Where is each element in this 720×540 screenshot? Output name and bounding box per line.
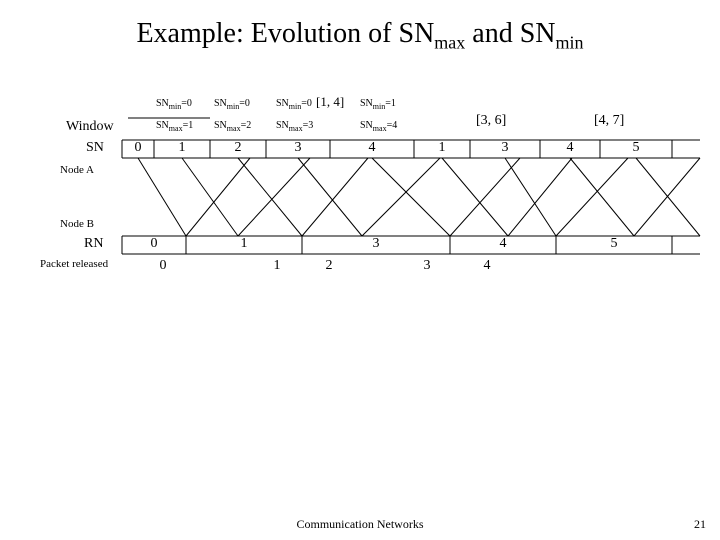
diagram-svg bbox=[0, 0, 720, 540]
sn-cell: 3 bbox=[470, 140, 540, 156]
pr-cell: 4 bbox=[472, 258, 502, 274]
footer-page-number: 21 bbox=[694, 517, 706, 532]
rn-cell: 4 bbox=[450, 236, 556, 252]
range-2: [4, 7] bbox=[594, 113, 624, 129]
sn-cell: 4 bbox=[540, 140, 600, 156]
snmin-3: SNmin=1 bbox=[360, 98, 396, 111]
sn-cell: 0 bbox=[122, 140, 154, 156]
sn-cell: 2 bbox=[210, 140, 266, 156]
pr-cell: 3 bbox=[412, 258, 442, 274]
snmin-2: SNmin=0 bbox=[276, 98, 312, 111]
rn-cell: 1 bbox=[186, 236, 302, 252]
node-b-label: Node B bbox=[60, 218, 94, 230]
snmax-3: SNmax=4 bbox=[360, 120, 397, 133]
range-1: [3, 6] bbox=[476, 113, 506, 129]
packet-released-label: Packet released bbox=[40, 258, 108, 270]
snmax-1: SNmax=2 bbox=[214, 120, 251, 133]
rn-label: RN bbox=[84, 236, 103, 252]
pr-cell: 0 bbox=[148, 258, 178, 274]
snmax-2: SNmax=3 bbox=[276, 120, 313, 133]
window-label: Window bbox=[66, 119, 114, 135]
snmax-0: SNmax=1 bbox=[156, 120, 193, 133]
sn-cell: 1 bbox=[414, 140, 470, 156]
sn-cell: 4 bbox=[330, 140, 414, 156]
footer-center: Communication Networks bbox=[0, 517, 720, 532]
sn-cell: 5 bbox=[600, 140, 672, 156]
rn-cell: 5 bbox=[556, 236, 672, 252]
rn-cell: 0 bbox=[122, 236, 186, 252]
range-0: [1, 4] bbox=[316, 94, 344, 110]
pr-cell: 1 bbox=[262, 258, 292, 274]
rn-cell: 3 bbox=[302, 236, 450, 252]
sn-label: SN bbox=[86, 140, 104, 156]
node-a-label: Node A bbox=[60, 164, 94, 176]
pr-cell: 2 bbox=[314, 258, 344, 274]
sn-cell: 1 bbox=[154, 140, 210, 156]
snmin-1: SNmin=0 bbox=[214, 98, 250, 111]
sn-cell: 3 bbox=[266, 140, 330, 156]
snmin-0: SNmin=0 bbox=[156, 98, 192, 111]
